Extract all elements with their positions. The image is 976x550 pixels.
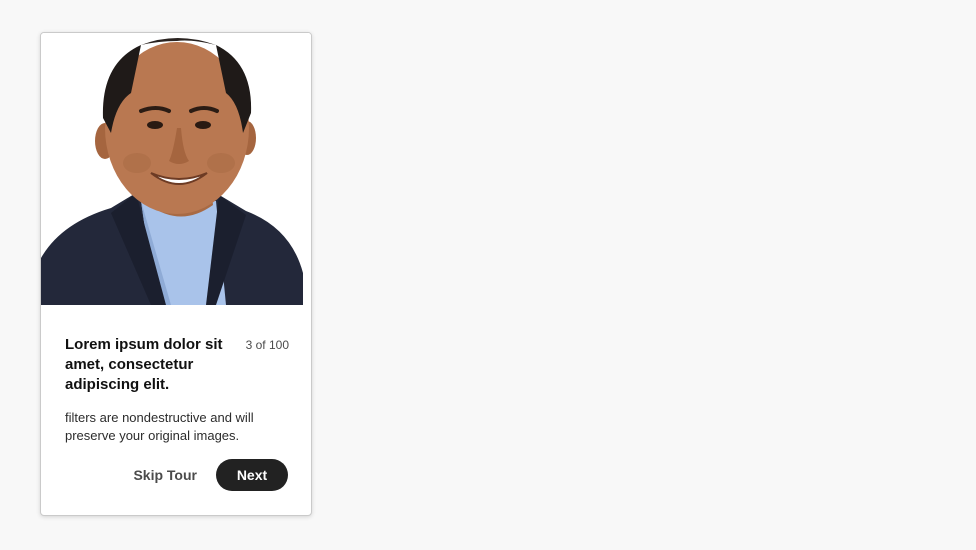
coachmark-card: Lorem ipsum dolor sit amet, consectetur … bbox=[40, 32, 312, 516]
skip-tour-button[interactable]: Skip Tour bbox=[125, 459, 205, 491]
step-indicator: 3 of 100 bbox=[245, 338, 289, 352]
coachmark-description: filters are nondestructive and will pres… bbox=[65, 410, 254, 443]
coachmark-title: Lorem ipsum dolor sit amet, consectetur … bbox=[65, 336, 223, 393]
coachmark-header: Lorem ipsum dolor sit amet, consectetur … bbox=[65, 335, 289, 395]
coachmark-image bbox=[41, 33, 311, 305]
portrait-illustration bbox=[41, 33, 311, 305]
next-button[interactable]: Next bbox=[216, 459, 288, 491]
coachmark-body: Lorem ipsum dolor sit amet, consectetur … bbox=[65, 335, 289, 445]
coachmark-footer: Skip Tour Next bbox=[125, 459, 288, 491]
